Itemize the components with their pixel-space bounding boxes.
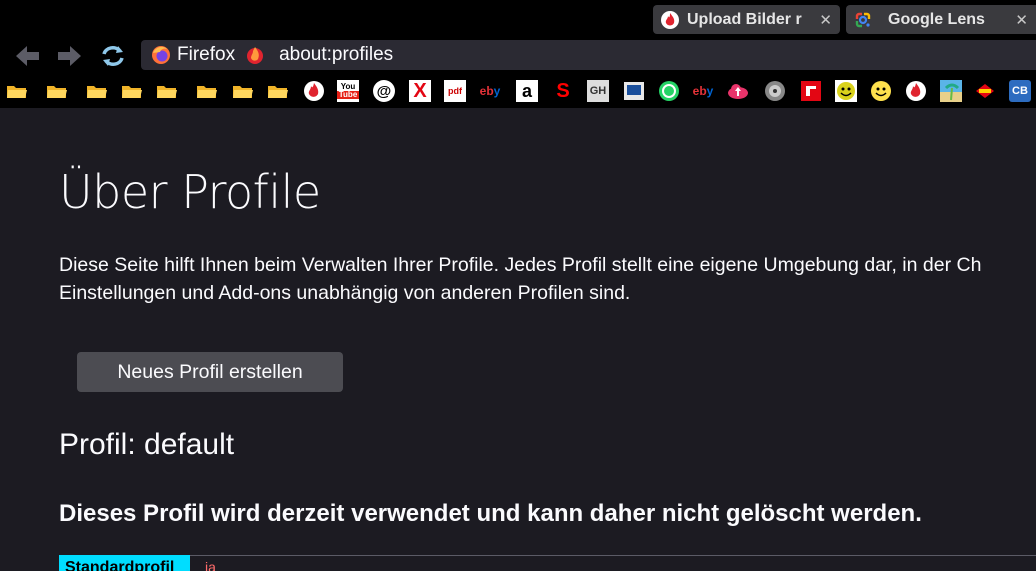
folder-icon[interactable] (268, 84, 288, 98)
page-title: Über Profile (59, 165, 321, 219)
cloud-upload-icon[interactable] (727, 80, 749, 102)
ebay-icon[interactable]: eb y (479, 80, 501, 102)
url-bar[interactable]: Firefox about:profiles (141, 40, 1036, 70)
page-content: Über Profile Diese Seite hilft Ihnen bei… (0, 108, 1036, 571)
intro-line-1: Diese Seite hilft Ihnen beim Verwalten I… (59, 254, 982, 276)
google-lens-icon (854, 11, 872, 29)
tab-upload-bilder[interactable]: Upload Bilder r ✕ (653, 5, 840, 34)
cb-icon[interactable]: CB (1009, 80, 1031, 102)
folder-icon[interactable] (87, 84, 107, 98)
circle-e-icon[interactable]: @ (373, 80, 395, 102)
folder-icon[interactable] (197, 84, 217, 98)
flame-icon[interactable] (905, 80, 927, 102)
close-icon[interactable]: ✕ (819, 11, 832, 29)
youtube-icon[interactable]: You Tube (337, 80, 359, 102)
tab-strip: Upload Bilder r ✕ Google Lens ✕ (0, 0, 1036, 38)
disc-icon[interactable] (764, 80, 786, 102)
whatsapp-icon[interactable] (658, 80, 680, 102)
folder-icon[interactable] (7, 84, 27, 98)
flame-icon (245, 45, 265, 65)
close-icon[interactable]: ✕ (1015, 11, 1028, 29)
tab-title: Google Lens (888, 10, 985, 28)
sparkasse-icon[interactable]: S (552, 80, 574, 102)
smiley-icon[interactable] (835, 80, 857, 102)
folder-icon[interactable] (47, 84, 67, 98)
pdf-icon[interactable]: pdf (444, 80, 466, 102)
reload-button[interactable] (100, 44, 126, 68)
forward-button[interactable] (56, 44, 82, 68)
intro-line-2: Einstellungen und Add-ons unabhängig von… (59, 282, 631, 304)
flame-icon[interactable] (303, 80, 325, 102)
identity-label: Firefox (177, 44, 236, 65)
create-profile-button[interactable]: Neues Profil erstellen (77, 352, 343, 392)
ebay-icon[interactable]: eb y (692, 80, 714, 102)
intro-text: Diese Seite hilft Ihnen beim Verwalten I… (59, 251, 1036, 307)
table-value-cell: ja (205, 559, 216, 571)
reload-icon (102, 46, 124, 66)
beach-icon[interactable] (940, 80, 962, 102)
profile-in-use-note: Dieses Profil wird derzeit verwendet und… (59, 500, 922, 527)
folder-icon[interactable] (122, 84, 142, 98)
fritz-icon[interactable] (974, 80, 996, 102)
folder-icon[interactable] (233, 84, 253, 98)
back-arrow-icon (16, 46, 39, 66)
tab-google-lens[interactable]: Google Lens ✕ (846, 5, 1036, 34)
red-app-icon[interactable] (800, 80, 822, 102)
forward-arrow-icon (58, 46, 81, 66)
back-button[interactable] (15, 44, 41, 68)
table-header-cell: Standardprofil (59, 555, 190, 571)
navigation-toolbar: Firefox about:profiles (0, 38, 1036, 74)
x-icon[interactable]: X (409, 80, 431, 102)
bookmarks-toolbar: You Tube @ X pdf eb y a S GH eb y CB (0, 74, 1036, 108)
folder-icon[interactable] (157, 84, 177, 98)
monitor-icon[interactable] (623, 80, 645, 102)
amazon-icon[interactable]: a (516, 80, 538, 102)
url-text[interactable]: about:profiles (279, 44, 393, 66)
firefox-icon (151, 45, 171, 65)
tab-title: Upload Bilder r (687, 10, 802, 28)
profile-heading: Profil: default (59, 428, 235, 461)
upload-flame-icon (661, 10, 679, 29)
gh-icon[interactable]: GH (587, 80, 609, 102)
smiley-icon[interactable] (870, 80, 892, 102)
